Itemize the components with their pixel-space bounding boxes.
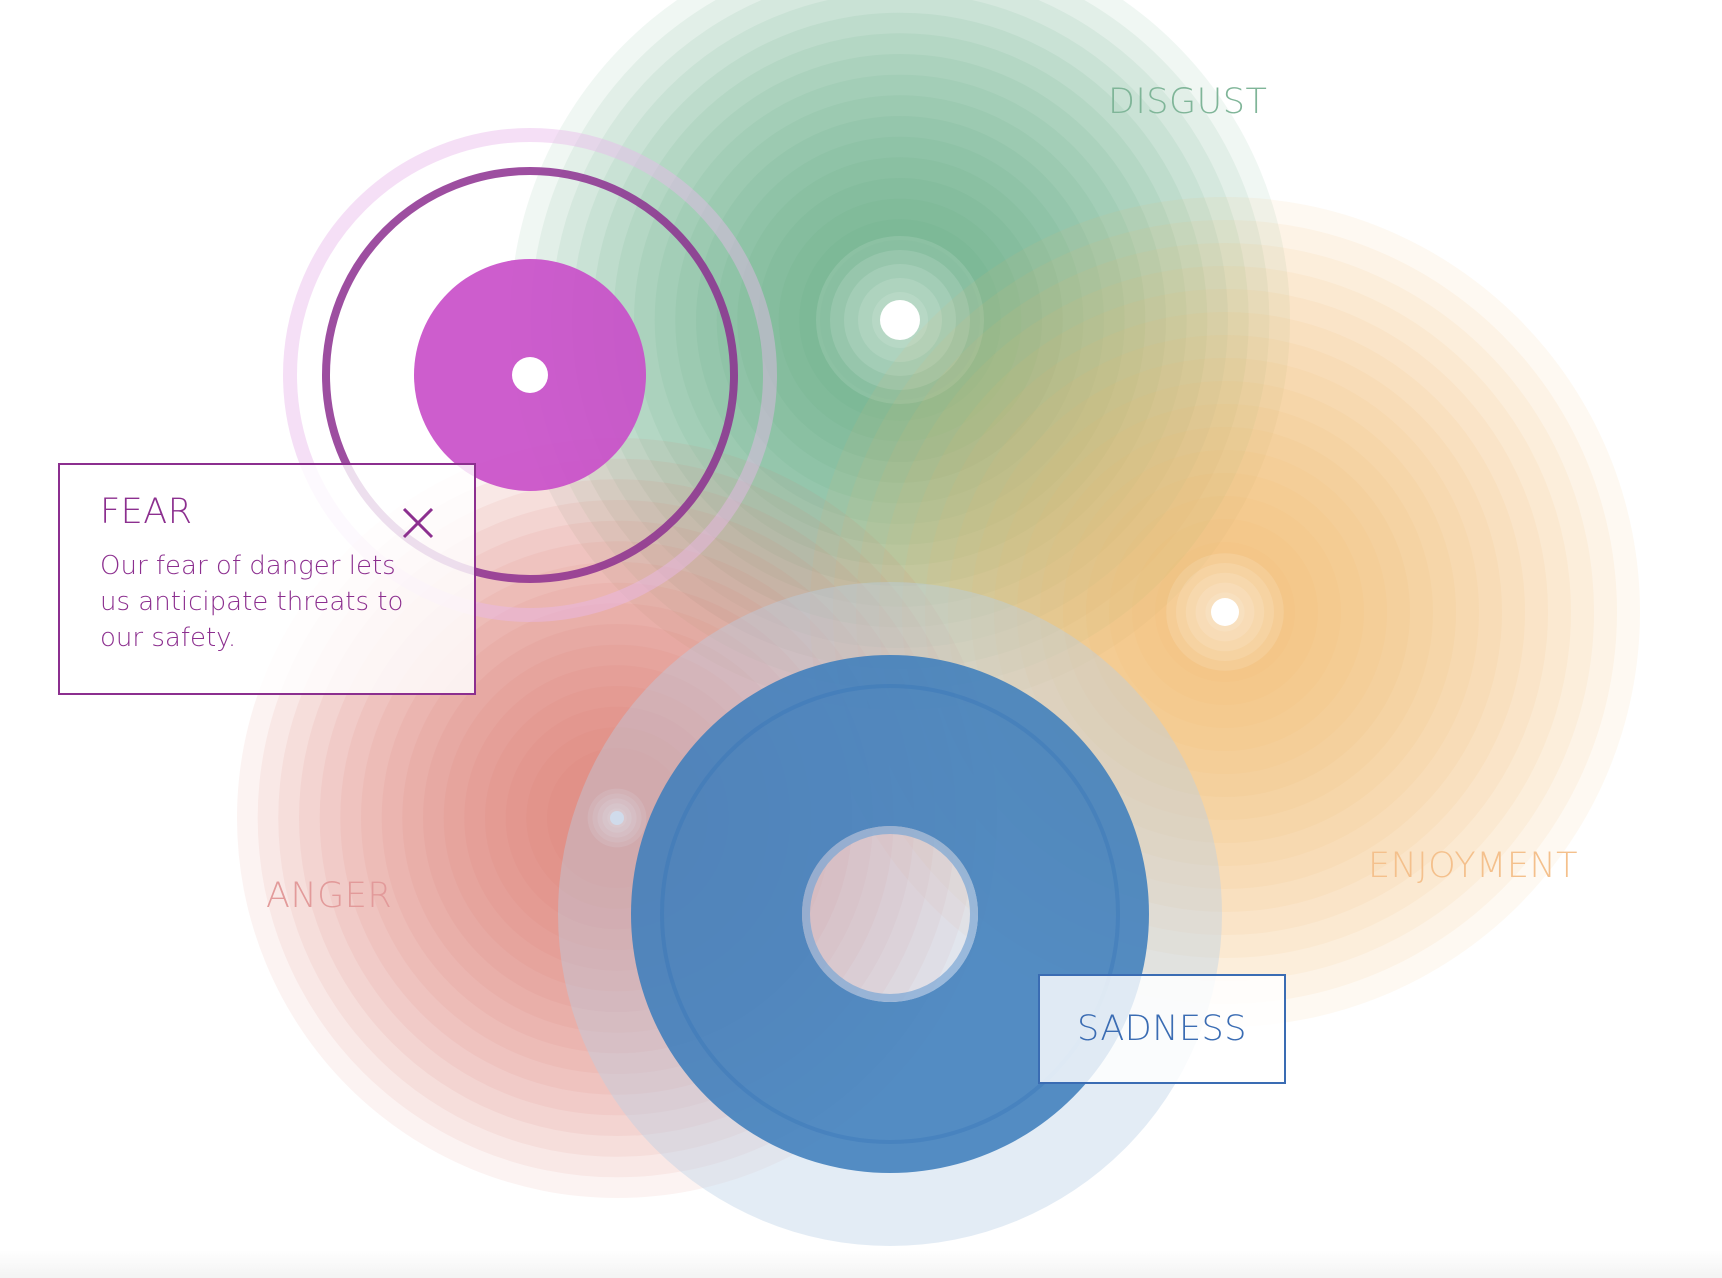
enjoyment-label[interactable]: ENJOYMENT xyxy=(1368,846,1578,886)
page-bottom-edge xyxy=(0,1250,1722,1278)
fear-card-description: Our fear of danger lets us anticipate th… xyxy=(100,551,404,653)
sadness-label-button[interactable]: SADNESS xyxy=(1038,974,1286,1084)
fear-center-dot xyxy=(512,357,548,393)
fear-card-title: FEAR xyxy=(100,492,193,532)
sadness-label: SADNESS xyxy=(1077,1009,1247,1049)
enjoyment-center-dot xyxy=(1211,598,1239,626)
disgust-label[interactable]: DISGUST xyxy=(1108,82,1267,122)
sadness-circle[interactable] xyxy=(558,582,1222,1246)
anger-label[interactable]: ANGER xyxy=(266,876,392,916)
disgust-center-dot xyxy=(880,300,920,340)
close-icon[interactable] xyxy=(400,505,436,541)
fear-info-card: FEAR Our fear of danger lets us anticipa… xyxy=(58,463,476,695)
